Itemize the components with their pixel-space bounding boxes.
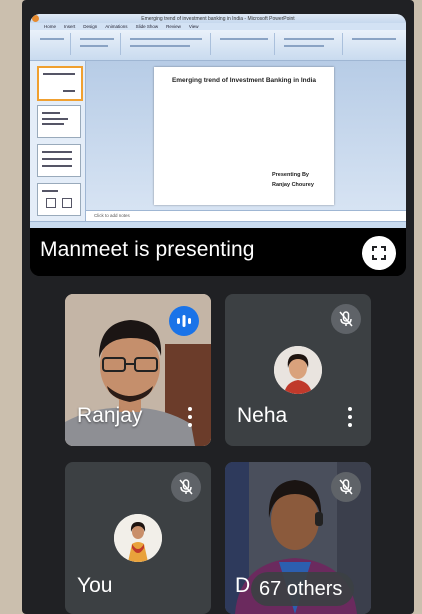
presentation-stage[interactable]: Emerging trend of investment banking in …	[30, 14, 406, 276]
participant-name: You	[77, 574, 113, 597]
ppt-ribbon-tabs: Home Insert Design Animations Slide Show…	[30, 23, 406, 30]
ppt-window-title: Emerging trend of investment banking in …	[141, 15, 295, 22]
ppt-tab: Review	[166, 24, 181, 29]
participant-name: Ranjay	[77, 404, 143, 427]
mic-off-icon	[339, 479, 353, 495]
participant-tile[interactable]: D 67 others	[225, 462, 371, 614]
presenter-name: Ranjay Chourey	[272, 182, 314, 188]
participant-tile[interactable]: Neha	[225, 294, 371, 446]
ppt-tab: Home	[44, 24, 57, 29]
notes-pane: Click to add notes	[86, 210, 406, 221]
participant-tile[interactable]: Ranjay	[65, 294, 211, 446]
slide-presenter-block: Presenting By Ranjay Chourey	[272, 170, 314, 190]
fullscreen-icon	[372, 246, 386, 260]
mute-indicator	[171, 472, 201, 502]
ppt-tab: Animations	[105, 24, 128, 29]
meeting-window: Emerging trend of investment banking in …	[22, 0, 414, 614]
ppt-tab: View	[188, 24, 199, 29]
presenting-by-label: Presenting By	[272, 172, 309, 178]
mic-off-icon	[339, 311, 353, 327]
fullscreen-button[interactable]	[362, 236, 396, 270]
participant-name: Neha	[237, 404, 288, 427]
slide-thumbnail	[37, 105, 81, 138]
participant-tile[interactable]: You	[65, 462, 211, 614]
participant-name: D	[235, 574, 251, 597]
speaking-indicator	[169, 306, 199, 336]
ppt-tab: Design	[83, 24, 98, 29]
mic-off-icon	[179, 479, 193, 495]
audio-level-icon	[177, 315, 191, 327]
shared-screen: Emerging trend of investment banking in …	[30, 14, 406, 229]
presenting-bar: Manmeet is presenting	[30, 228, 406, 276]
more-options-button[interactable]	[341, 404, 359, 430]
avatar	[274, 346, 322, 394]
ppt-ribbon	[30, 30, 406, 61]
slide-canvas: Emerging trend of Investment Banking in …	[86, 61, 406, 221]
avatar	[114, 514, 162, 562]
mute-indicator	[331, 304, 361, 334]
slide-title: Emerging trend of Investment Banking in …	[171, 77, 317, 84]
more-options-button[interactable]	[181, 404, 199, 430]
office-logo-icon	[32, 15, 39, 22]
slides-pane	[30, 61, 86, 221]
ppt-titlebar: Emerging trend of investment banking in …	[30, 14, 406, 23]
presenting-label: Manmeet is presenting	[40, 238, 255, 261]
ppt-tab: Insert	[64, 24, 76, 29]
slide-thumbnail	[37, 183, 81, 216]
slide-thumbnail	[37, 66, 83, 101]
ppt-tab: Slide Show	[135, 24, 159, 29]
mute-indicator	[331, 472, 361, 502]
current-slide: Emerging trend of Investment Banking in …	[154, 67, 334, 205]
others-count-chip[interactable]: 67 others	[251, 572, 355, 606]
slide-thumbnail	[37, 144, 81, 177]
